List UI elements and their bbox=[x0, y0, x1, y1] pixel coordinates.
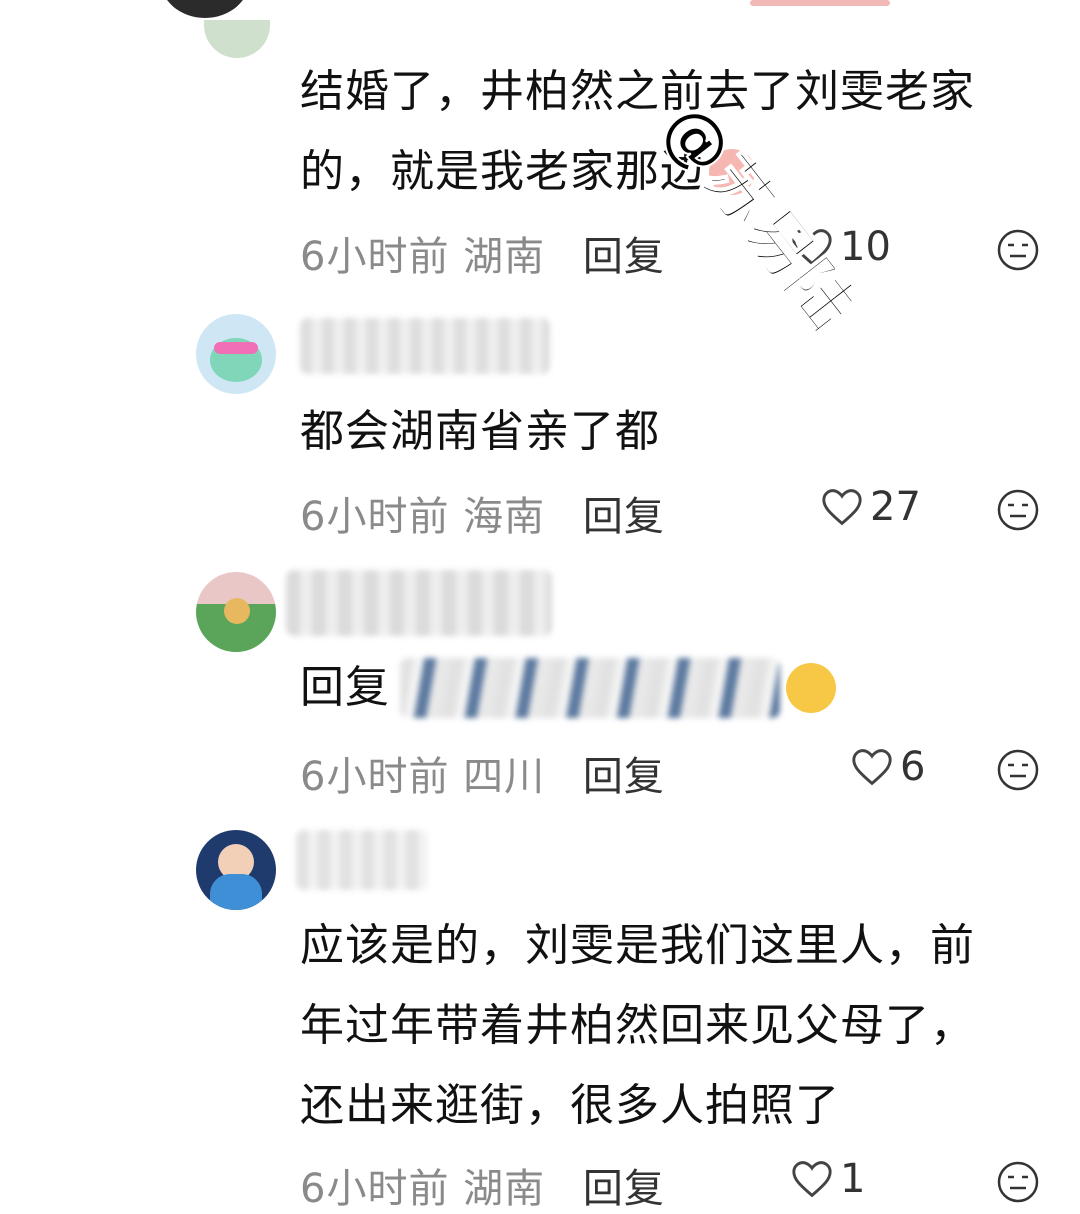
username-redacted bbox=[296, 830, 428, 890]
comment-text: 都会湖南省亲了都 bbox=[300, 406, 660, 457]
top-red-bar bbox=[750, 0, 890, 6]
heart-outline-icon bbox=[852, 749, 892, 786]
reply-button[interactable]: 回复 bbox=[583, 234, 665, 280]
like-count: 27 bbox=[870, 484, 921, 530]
comment-meta: 6小时前 湖南 回复 bbox=[300, 224, 665, 282]
like-button[interactable]: 6 bbox=[850, 744, 925, 790]
like-count: 1 bbox=[840, 1156, 866, 1202]
comment-meta: 6小时前 海南 回复 bbox=[300, 484, 665, 542]
comment-text: 应该是的，刘雯是我们这里人，前 年过年带着井柏然回来见父母了， 还出来逛街，很多… bbox=[300, 920, 975, 1131]
comment-location: 湖南 bbox=[463, 1166, 546, 1212]
comment-text: 结婚了，井柏然之前去了刘雯老家 的，就是我老家那边 bbox=[300, 66, 975, 197]
comment-text: 回复 bbox=[300, 648, 836, 728]
top-avatar-partial bbox=[160, 0, 250, 18]
username-redacted bbox=[300, 318, 550, 374]
sleepy-face-emoji bbox=[786, 663, 836, 713]
second-avatar-partial bbox=[204, 20, 270, 58]
avatar[interactable] bbox=[196, 314, 276, 394]
like-button[interactable]: 1 bbox=[790, 1156, 865, 1202]
neutral-face-icon[interactable] bbox=[996, 228, 1040, 272]
reply-button[interactable]: 回复 bbox=[583, 494, 665, 540]
comment-location: 海南 bbox=[463, 494, 546, 540]
reply-button[interactable]: 回复 bbox=[583, 754, 665, 800]
comment-time: 6小时前 bbox=[300, 494, 450, 540]
reply-button[interactable]: 回复 bbox=[583, 1166, 665, 1212]
avatar[interactable] bbox=[196, 572, 276, 652]
comment-meta: 6小时前 湖南 回复 bbox=[300, 1156, 665, 1214]
mention-redacted bbox=[400, 658, 780, 718]
comment-meta: 6小时前 四川 回复 bbox=[300, 744, 665, 802]
heart-outline-icon bbox=[822, 489, 862, 526]
heart-outline-icon bbox=[792, 1161, 832, 1198]
neutral-face-icon[interactable] bbox=[996, 488, 1040, 532]
like-count: 6 bbox=[900, 744, 926, 790]
avatar[interactable] bbox=[196, 830, 276, 910]
comment-location: 湖南 bbox=[463, 234, 546, 280]
neutral-face-icon[interactable] bbox=[996, 748, 1040, 792]
comment-time: 6小时前 bbox=[300, 234, 450, 280]
like-button[interactable]: 27 bbox=[820, 484, 921, 530]
username-redacted bbox=[286, 570, 552, 636]
comment-time: 6小时前 bbox=[300, 754, 450, 800]
comment-time: 6小时前 bbox=[300, 1166, 450, 1212]
neutral-face-icon[interactable] bbox=[996, 1160, 1040, 1204]
comment-location: 四川 bbox=[463, 754, 546, 800]
